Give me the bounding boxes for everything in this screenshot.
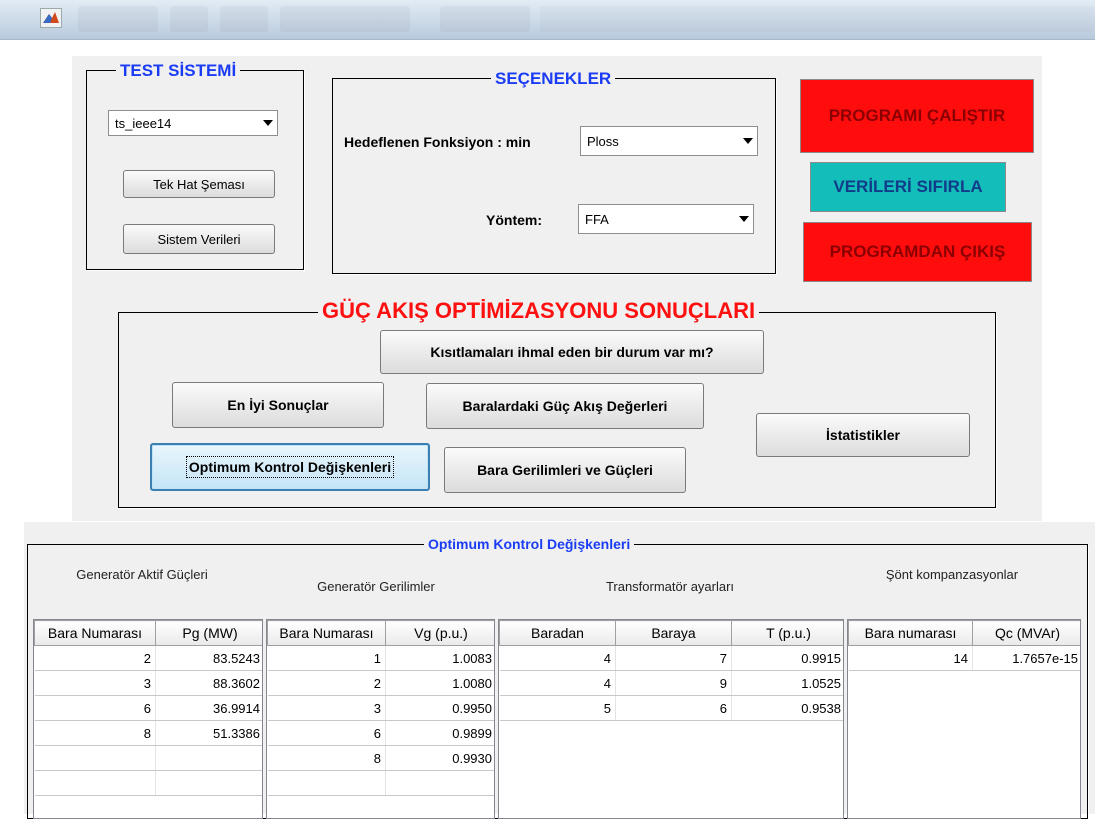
table-row[interactable]: 6 0.9899 xyxy=(267,720,494,746)
toolbar-blur xyxy=(220,6,268,32)
column-header[interactable]: Pg (MW) xyxy=(155,620,262,646)
table-row[interactable]: 5 6 0.9538 xyxy=(499,695,843,721)
best-results-button[interactable]: En İyi Sonuçlar xyxy=(172,382,384,428)
table-row[interactable]: 2 1.0080 xyxy=(267,670,494,696)
objective-label: Hedeflenen Fonksiyon : min xyxy=(344,134,531,150)
bus-power-flow-button[interactable]: Baralardaki Güç Akış Değerleri xyxy=(426,383,704,429)
single-line-diagram-button[interactable]: Tek Hat Şeması xyxy=(123,170,275,198)
system-data-button[interactable]: Sistem Verileri xyxy=(123,224,275,254)
table-row[interactable]: 4 7 0.9915 xyxy=(499,645,843,671)
table-row[interactable] xyxy=(34,770,262,796)
matlab-icon[interactable] xyxy=(40,8,62,28)
constraints-check-button[interactable]: Kısıtlamaları ihmal eden bir durum var m… xyxy=(380,330,764,374)
toolbar-blur xyxy=(440,6,530,32)
table-row[interactable]: 8 51.3386 xyxy=(34,720,262,746)
table-row[interactable]: 3 88.3602 xyxy=(34,670,262,696)
column-header[interactable]: Baraya xyxy=(615,620,732,646)
control-variables-title: Optimum Kontrol Değişkenleri xyxy=(424,537,635,551)
options-group xyxy=(332,78,776,274)
column-header[interactable]: Bara Numarası xyxy=(34,620,156,646)
table-row[interactable] xyxy=(267,770,494,796)
table-row[interactable]: 4 9 1.0525 xyxy=(499,670,843,696)
optimum-control-variables-button[interactable]: Optimum Kontrol Değişkenleri xyxy=(150,443,430,491)
run-program-button[interactable]: PROGRAMI ÇALIŞTIR xyxy=(800,79,1034,153)
gen-voltage-table[interactable]: Bara Numarası Vg (p.u.) 1 1.0083 2 1.0080 … xyxy=(266,619,495,819)
options-title: SEÇENEKLER xyxy=(491,70,616,87)
transformer-table[interactable]: Baradan Baraya T (p.u.) 4 7 0.9915 4 9 1.052… xyxy=(498,619,844,819)
reset-data-button[interactable]: VERİLERİ SIFIRLA xyxy=(810,162,1006,212)
table-row[interactable]: 8 0.9930 xyxy=(267,745,494,771)
column-header[interactable]: Baradan xyxy=(499,620,616,646)
gen-voltage-title: Generatör Gerilimler xyxy=(317,579,435,594)
table-row[interactable]: 14 1.7657e-15 xyxy=(848,645,1080,671)
gen-active-table[interactable]: Bara Numarası Pg (MW) 2 83.5243 3 88.3602 … xyxy=(33,619,263,819)
shunt-title: Şönt kompanzasyonlar xyxy=(885,567,1019,582)
chevron-down-icon xyxy=(259,120,277,126)
test-system-title: TEST SİSTEMİ xyxy=(116,62,241,79)
bus-voltages-button[interactable]: Bara Gerilimleri ve Güçleri xyxy=(444,447,686,493)
results-title: GÜÇ AKIŞ OPTİMİZASYONU SONUÇLARI xyxy=(318,300,760,322)
table-row[interactable]: 3 0.9950 xyxy=(267,695,494,721)
toolbar-blur xyxy=(540,6,1095,32)
column-header[interactable]: Vg (p.u.) xyxy=(385,620,494,646)
objective-select[interactable]: Ploss xyxy=(580,126,758,156)
column-header[interactable]: Bara numarası xyxy=(848,620,973,646)
column-header[interactable]: Qc (MVAr) xyxy=(972,620,1080,646)
toolbar-blur xyxy=(78,6,158,32)
statistics-button[interactable]: İstatistikler xyxy=(756,413,970,457)
column-header[interactable]: T (p.u.) xyxy=(731,620,843,646)
toolbar-blur xyxy=(280,6,410,32)
table-row[interactable]: 6 36.9914 xyxy=(34,695,262,721)
chevron-down-icon xyxy=(735,216,753,222)
column-header[interactable]: Bara Numarası xyxy=(267,620,386,646)
toolbar-blur xyxy=(170,6,208,32)
table-row[interactable] xyxy=(34,745,262,771)
chevron-down-icon xyxy=(739,138,757,144)
transformer-title: Transformatör ayarları xyxy=(605,579,735,594)
method-label: Yöntem: xyxy=(486,212,542,228)
shunt-table[interactable]: Bara numarası Qc (MVAr) 14 1.7657e-15 xyxy=(847,619,1081,819)
table-row[interactable]: 2 83.5243 xyxy=(34,645,262,671)
table-row[interactable]: 1 1.0083 xyxy=(267,645,494,671)
test-system-select[interactable]: ts_ieee14 xyxy=(108,110,278,136)
exit-program-button[interactable]: PROGRAMDAN ÇIKIŞ xyxy=(803,222,1032,282)
method-select[interactable]: FFA xyxy=(578,204,754,234)
gen-active-title: Generatör Aktif Güçleri xyxy=(76,567,208,582)
